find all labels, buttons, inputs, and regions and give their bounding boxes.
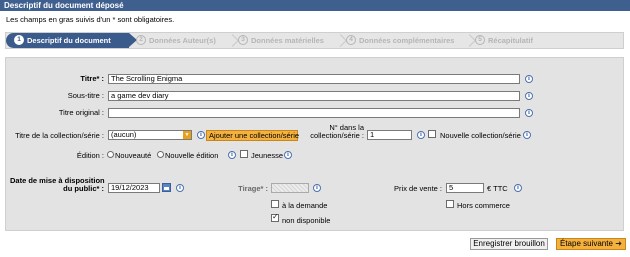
- date-input[interactable]: 19/12/2023: [108, 183, 160, 193]
- edition-label: Édition :: [76, 151, 104, 160]
- step-label: Données Auteur(s): [149, 36, 216, 45]
- next-step-button[interactable]: Étape suivante ➜: [556, 238, 626, 250]
- step-number: 1: [14, 35, 24, 46]
- chevron-right-icon: [463, 34, 476, 47]
- date-label-line2: du public* :: [63, 184, 104, 193]
- next-step-label: Étape suivante: [560, 239, 613, 248]
- jeunesse-label: Jeunesse: [251, 151, 284, 160]
- titre-label: Titre* :: [80, 74, 104, 83]
- num-collection-label-line2: collection/série :: [310, 131, 364, 140]
- hors-commerce-label: Hors commerce: [457, 201, 510, 210]
- prix-label: Prix de vente :: [394, 184, 442, 193]
- page-header: Descriptif du document déposé: [0, 0, 630, 11]
- collection-selected-value: (aucun): [111, 130, 137, 139]
- arrow-right-icon: ➜: [615, 239, 622, 248]
- chevron-right-icon: [226, 34, 239, 47]
- chevron-right-icon: [334, 34, 347, 47]
- tirage-input: [271, 183, 309, 193]
- info-icon[interactable]: i: [525, 75, 533, 83]
- edition-nouveaute-radio[interactable]: [107, 151, 114, 158]
- edition-nouvelle-radio[interactable]: [157, 151, 164, 158]
- soustitre-input[interactable]: a game dev diary: [108, 91, 520, 101]
- info-icon[interactable]: i: [197, 131, 205, 139]
- collection-select[interactable]: (aucun) ▼: [108, 130, 192, 140]
- save-draft-button[interactable]: Enregistrer brouillon: [470, 238, 548, 250]
- titre-input[interactable]: The Scrolling Enigma: [108, 74, 520, 84]
- collection-label: Titre de la collection/série :: [15, 131, 104, 140]
- info-icon[interactable]: i: [514, 184, 522, 192]
- calendar-icon[interactable]: [162, 183, 171, 192]
- step-label: Récapitulatif: [488, 36, 534, 45]
- edition-nouvelle-label: Nouvelle édition: [165, 151, 219, 160]
- titre-original-label: Titre original :: [58, 108, 104, 117]
- soustitre-label: Sous-titre :: [67, 91, 104, 100]
- info-icon[interactable]: i: [525, 109, 533, 117]
- info-icon[interactable]: i: [284, 151, 292, 159]
- wizard-steps: 1 Descriptif du document 2 Données Auteur(…: [5, 32, 624, 49]
- info-icon[interactable]: i: [313, 184, 321, 192]
- step-label: Descriptif du document: [27, 36, 111, 45]
- step-number: 5: [475, 35, 485, 46]
- nouvelle-collection-label: Nouvelle collection/série: [440, 131, 521, 140]
- prix-unit: € TTC: [487, 184, 508, 193]
- step-3[interactable]: 3 Données matérielles: [238, 33, 324, 48]
- step-number: 4: [346, 35, 356, 46]
- step-2[interactable]: 2 Données Auteur(s): [136, 33, 216, 48]
- info-icon[interactable]: i: [176, 184, 184, 192]
- edition-nouveaute-label: Nouveauté: [115, 151, 152, 160]
- step-5[interactable]: 5 Récapitulatif: [475, 33, 533, 48]
- titre-original-input[interactable]: [108, 108, 520, 118]
- num-collection-input[interactable]: 1: [367, 130, 412, 140]
- chevron-down-icon: ▼: [183, 131, 191, 139]
- jeunesse-checkbox[interactable]: [240, 150, 248, 158]
- step-4[interactable]: 4 Données complémentaires: [346, 33, 454, 48]
- step-1[interactable]: 1 Descriptif du document: [6, 33, 137, 48]
- mandatory-notice: Les champs en gras suivis d'un * sont ob…: [6, 15, 175, 24]
- hors-commerce-checkbox[interactable]: [446, 200, 454, 208]
- prix-input[interactable]: 5: [446, 183, 484, 193]
- info-icon[interactable]: i: [417, 131, 425, 139]
- step-number: 2: [136, 35, 146, 46]
- add-collection-button[interactable]: Ajouter une collection/série: [206, 130, 299, 141]
- nouvelle-collection-checkbox[interactable]: [428, 130, 436, 138]
- step-label: Données matérielles: [251, 36, 324, 45]
- step-number: 3: [238, 35, 248, 46]
- info-icon[interactable]: i: [525, 92, 533, 100]
- a-la-demande-label: à la demande: [282, 201, 328, 210]
- info-icon[interactable]: i: [228, 151, 236, 159]
- non-disponible-label: non disponible: [282, 216, 331, 225]
- info-icon[interactable]: i: [523, 131, 531, 139]
- a-la-demande-checkbox[interactable]: [271, 200, 279, 208]
- non-disponible-checkbox[interactable]: [271, 212, 279, 222]
- step-label: Données complémentaires: [359, 36, 455, 45]
- tirage-label: Tirage* :: [238, 184, 268, 193]
